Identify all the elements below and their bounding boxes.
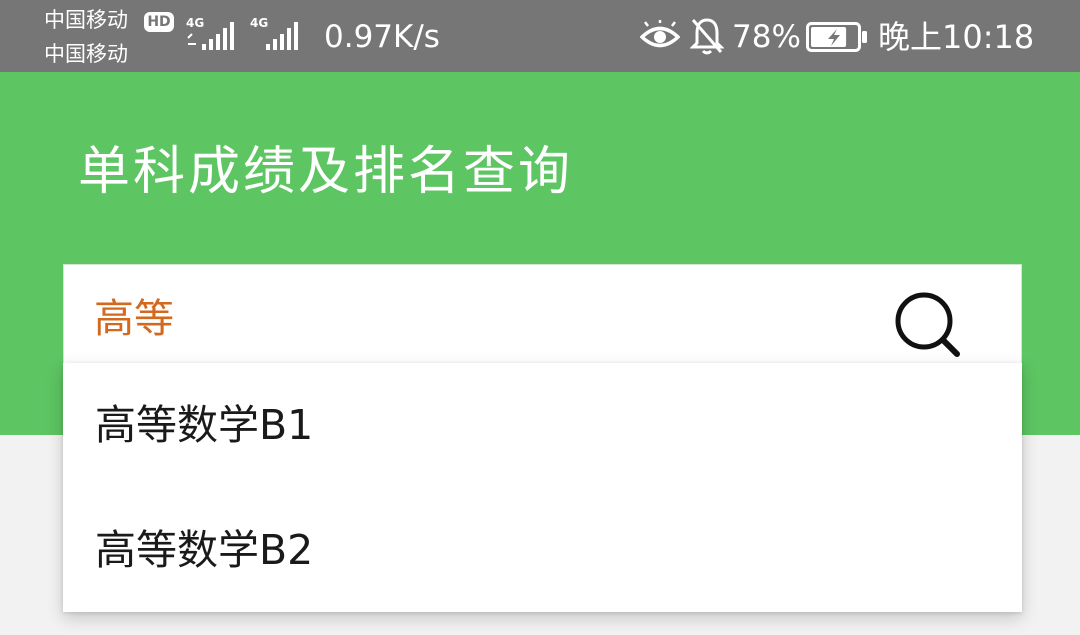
signal-strength-icon: 4G: [250, 16, 298, 50]
battery-charging-icon: [806, 22, 867, 52]
clock: 晚上10:18: [878, 18, 1035, 56]
bell-off-icon: [690, 18, 724, 55]
search-input[interactable]: [94, 289, 854, 341]
page-title: 单科成绩及排名查询: [78, 142, 574, 202]
network-speed: 0.97K/s: [324, 19, 440, 55]
battery-percent: 78%: [732, 19, 801, 55]
search-icon[interactable]: [894, 291, 962, 359]
eye-icon: [640, 20, 680, 48]
hd-badge: HD: [144, 12, 174, 32]
signal-strength-icon: 4G: [186, 16, 234, 50]
search-box[interactable]: [63, 264, 1022, 364]
suggestion-list: 高等数学B1 高等数学B2: [63, 363, 1022, 612]
carrier-2-label: 中国移动: [44, 42, 128, 66]
signal-2-network-label: 4G: [250, 16, 268, 30]
suggestion-item[interactable]: 高等数学B2: [63, 488, 1022, 612]
battery-level-fill: [811, 27, 847, 47]
status-bar: 中国移动 中国移动 HD 4G 4G 0.97K/s 78% 晚上10:18: [0, 0, 1080, 72]
signal-1-network-label: 4G: [186, 16, 204, 30]
screen: 中国移动 中国移动 HD 4G 4G 0.97K/s 78% 晚上10:18 单…: [0, 0, 1080, 635]
suggestion-item[interactable]: 高等数学B1: [63, 363, 1022, 487]
carrier-1-label: 中国移动: [44, 8, 128, 32]
